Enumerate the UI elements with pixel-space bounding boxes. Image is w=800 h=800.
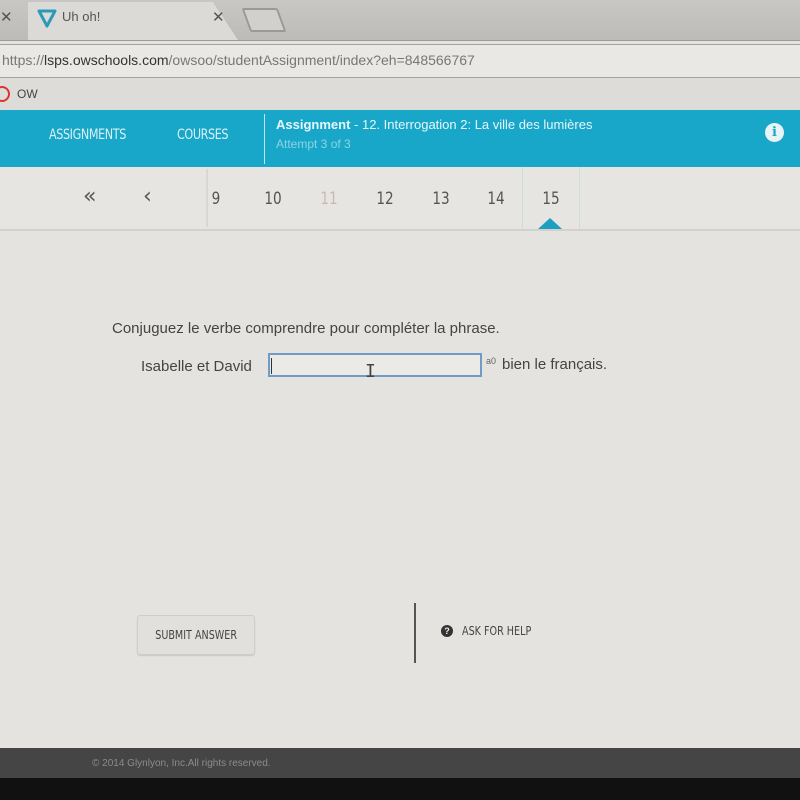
- actions-divider: [414, 603, 416, 663]
- question-prompt: Conjuguez le verbe comprendre pour compl…: [112, 320, 500, 337]
- info-icon[interactable]: i: [765, 123, 784, 142]
- text-cursor: [271, 358, 272, 374]
- header-divider: [264, 114, 265, 164]
- page-14[interactable]: 14: [480, 189, 512, 209]
- copyright-text: © 2014 Glynlyon, Inc.All rights reserved…: [92, 758, 271, 769]
- url-text[interactable]: https://lsps.owschools.com/owsoo/student…: [2, 52, 475, 68]
- new-tab-button[interactable]: [241, 8, 287, 32]
- bookmark-icon: [0, 86, 10, 102]
- page-15-current[interactable]: 15: [535, 189, 567, 209]
- page-11[interactable]: 11: [313, 189, 345, 209]
- tab-close-icon[interactable]: ✕: [212, 8, 225, 26]
- page-13[interactable]: 13: [425, 189, 457, 209]
- browser-tabstrip: ✕ Uh oh! ✕: [0, 0, 800, 41]
- shield-logo-icon: [37, 9, 57, 28]
- question-pager: « ‹ 9 10 11 12 13 14 15: [0, 167, 800, 231]
- bookmarks-bar: OW: [0, 78, 800, 110]
- assignment-title: Assignment - 12. Interrogation 2: La vil…: [276, 117, 593, 132]
- ask-for-help-link[interactable]: ? ASK FOR HELP: [441, 624, 549, 638]
- tab-title: Uh oh!: [62, 9, 101, 24]
- submit-answer-button[interactable]: SUBMIT ANSWER: [137, 615, 255, 655]
- attempt-count: Attempt 3 of 3: [276, 137, 351, 151]
- sentence-end: bien le français.: [502, 356, 608, 373]
- nav-assignments[interactable]: ASSIGNMENTS: [49, 127, 126, 143]
- page-9[interactable]: 9: [200, 189, 232, 209]
- current-page-caret-icon: [538, 218, 562, 229]
- monitor-bezel: [0, 778, 800, 800]
- app-header: ASSIGNMENTS COURSES Assignment - 12. Int…: [0, 110, 800, 167]
- browser-tab[interactable]: [28, 2, 238, 40]
- nav-courses[interactable]: COURSES: [177, 127, 229, 143]
- text-artifact: a0: [486, 356, 497, 366]
- close-icon[interactable]: ✕: [0, 8, 13, 26]
- ask-for-help-label: ASK FOR HELP: [462, 624, 532, 638]
- address-bar[interactable]: https://lsps.owschools.com/owsoo/student…: [0, 44, 800, 78]
- first-page-button[interactable]: «: [83, 184, 96, 209]
- ibeam-cursor-icon: I: [365, 361, 376, 382]
- help-question-icon: ?: [441, 625, 453, 637]
- page-footer: © 2014 Glynlyon, Inc.All rights reserved…: [0, 748, 800, 778]
- page-12[interactable]: 12: [369, 189, 401, 209]
- bookmark-ow[interactable]: OW: [17, 87, 38, 101]
- page-10[interactable]: 10: [257, 189, 289, 209]
- sentence-start: Isabelle et David: [141, 358, 252, 375]
- prev-page-button[interactable]: ‹: [143, 184, 152, 209]
